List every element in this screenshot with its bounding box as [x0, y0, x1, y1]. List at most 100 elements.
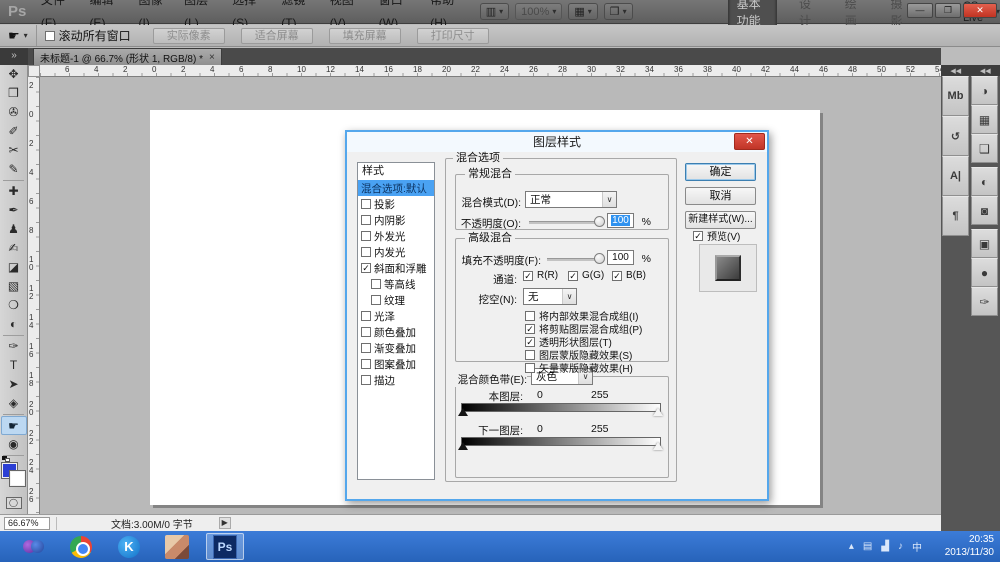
path-selection-tool[interactable]: ➤: [1, 375, 27, 394]
checkbox[interactable]: ✓: [525, 337, 535, 347]
masks-panel-icon[interactable]: ◙: [971, 196, 998, 225]
styles-panel-icon[interactable]: ❑: [971, 134, 998, 163]
tray-expand-icon[interactable]: ▴: [849, 541, 854, 552]
zoom-preset-button-0[interactable]: 实际像素: [153, 28, 225, 44]
this-layer-white-marker[interactable]: [653, 408, 663, 416]
eyedropper-tool[interactable]: ✎: [1, 160, 27, 179]
style-item-1[interactable]: 投影: [358, 196, 434, 212]
swatches-panel-icon[interactable]: ▦: [971, 105, 998, 134]
gradient-tool[interactable]: ▧: [1, 277, 27, 296]
channels-panel-icon[interactable]: ●: [971, 258, 998, 287]
zoom-percent-field[interactable]: 66.67%: [4, 517, 50, 530]
dialog-title[interactable]: 图层样式: [347, 132, 767, 152]
opacity-slider-track[interactable]: [529, 221, 599, 224]
history-brush-tool[interactable]: ✍: [1, 239, 27, 258]
preview-option[interactable]: ✓ 预览(V): [693, 228, 740, 243]
style-item-0[interactable]: 混合选项:默认: [358, 180, 434, 196]
checkbox[interactable]: [371, 279, 381, 289]
ruler-origin-box[interactable]: [28, 65, 40, 77]
scroll-all-windows-option[interactable]: 滚动所有窗口: [45, 27, 131, 44]
zoom-preset-button-2[interactable]: 填充屏幕: [329, 28, 401, 44]
fill-opacity-slider-track[interactable]: [547, 258, 599, 261]
checkbox[interactable]: [361, 359, 371, 369]
close-tab-icon[interactable]: ×: [209, 52, 215, 63]
channel-r-option[interactable]: ✓R(R): [523, 270, 558, 281]
fill-opacity-field[interactable]: 100: [607, 250, 634, 265]
pen-tool[interactable]: ✑: [1, 337, 27, 356]
style-item-2[interactable]: 内阴影: [358, 212, 434, 228]
style-item-11[interactable]: 图案叠加: [358, 356, 434, 372]
taskbar-avatar[interactable]: [158, 533, 196, 560]
knockout-select[interactable]: 无 ∨: [523, 288, 577, 305]
ok-button[interactable]: 确定: [685, 163, 756, 181]
checkbox[interactable]: [361, 343, 371, 353]
tool-preset-picker[interactable]: ☛ ▾: [0, 25, 37, 46]
lasso-tool[interactable]: ✇: [1, 103, 27, 122]
style-item-4[interactable]: 内发光: [358, 244, 434, 260]
screen-mode-button[interactable]: ❐▾: [604, 3, 633, 20]
swap-default-colors-icon[interactable]: [2, 456, 11, 462]
style-item-10[interactable]: 渐变叠加: [358, 340, 434, 356]
dock-collapse-bar[interactable]: ◀◀ ◀◀: [941, 65, 1000, 76]
new-style-button[interactable]: 新建样式(W)...: [685, 211, 756, 229]
close-button[interactable]: ✕: [963, 3, 997, 18]
tray-safety-icon[interactable]: ▤: [863, 541, 872, 552]
hand-tool[interactable]: ☛: [1, 416, 27, 435]
paragraph-panel-icon[interactable]: ¶: [942, 196, 969, 236]
underlying-layer-white-marker[interactable]: [653, 442, 663, 450]
cancel-button[interactable]: 取消: [685, 187, 756, 205]
checkbox[interactable]: [525, 350, 535, 360]
clone-stamp-tool[interactable]: ♟: [1, 220, 27, 239]
rectangular-marquee-tool[interactable]: ❒: [1, 84, 27, 103]
style-item-6[interactable]: 等高线: [358, 276, 434, 292]
blend-mode-select[interactable]: 正常 ∨: [525, 191, 617, 208]
checkbox[interactable]: ✓: [568, 271, 578, 281]
style-item-9[interactable]: 颜色叠加: [358, 324, 434, 340]
brush-tool[interactable]: ✒: [1, 201, 27, 220]
dialog-close-button[interactable]: ✕: [734, 133, 765, 150]
fill-opacity-slider-knob[interactable]: [594, 253, 605, 264]
checkbox[interactable]: ✓: [612, 271, 622, 281]
checkbox[interactable]: [361, 247, 371, 257]
checkbox[interactable]: [361, 375, 371, 385]
taskbar-photoshop[interactable]: Ps: [206, 533, 244, 560]
taskbar-app-circles[interactable]: [14, 533, 52, 560]
style-item-12[interactable]: 描边: [358, 372, 434, 388]
checkbox[interactable]: ✓: [525, 324, 535, 334]
paths-panel-icon[interactable]: ✑: [971, 287, 998, 316]
minimize-button[interactable]: —: [907, 3, 933, 18]
status-options-button[interactable]: ▶: [219, 517, 231, 529]
checkbox[interactable]: [525, 363, 535, 373]
blur-tool[interactable]: ❍: [1, 296, 27, 315]
shape-tool[interactable]: ◈: [1, 394, 27, 413]
underlying-layer-gradient-bar[interactable]: [461, 437, 661, 446]
type-tool[interactable]: T: [1, 356, 27, 375]
taskbar-clock[interactable]: 20:35 2013/11/30: [945, 533, 994, 559]
checkbox[interactable]: [371, 295, 381, 305]
advanced-option-4[interactable]: 矢量蒙版隐藏效果(H): [525, 360, 633, 375]
taskbar-kugou[interactable]: K: [110, 533, 148, 560]
layers-panel-icon[interactable]: ▣: [971, 229, 998, 258]
toolbox-collapse-button[interactable]: »: [0, 48, 28, 65]
color-panel-icon[interactable]: ◑: [971, 76, 998, 105]
checkbox[interactable]: [361, 199, 371, 209]
checkbox[interactable]: ✓: [693, 231, 703, 241]
checkbox[interactable]: [361, 311, 371, 321]
style-item-3[interactable]: 外发光: [358, 228, 434, 244]
checkbox[interactable]: [361, 231, 371, 241]
tray-ime-icon[interactable]: 中: [912, 539, 922, 554]
spot-healing-brush-tool[interactable]: ✚: [1, 182, 27, 201]
checkbox[interactable]: ✓: [523, 271, 533, 281]
background-color-swatch[interactable]: [10, 471, 25, 486]
restore-button[interactable]: ❐: [935, 3, 961, 18]
horizontal-ruler[interactable]: 8642024681012141618202224262830323436384…: [40, 65, 941, 77]
opacity-field[interactable]: 100: [607, 213, 634, 228]
vertical-ruler[interactable]: 20246810121416182022242628: [28, 77, 40, 514]
checkbox[interactable]: ✓: [361, 263, 371, 273]
quick-selection-tool[interactable]: ✐: [1, 122, 27, 141]
this-layer-black-marker[interactable]: [458, 408, 468, 416]
zoom-preset-button-1[interactable]: 适合屏幕: [241, 28, 313, 44]
eraser-tool[interactable]: ◪: [1, 258, 27, 277]
mini-bridge-panel-icon[interactable]: Mb: [942, 76, 969, 116]
tray-network-icon[interactable]: ▟: [881, 541, 889, 552]
